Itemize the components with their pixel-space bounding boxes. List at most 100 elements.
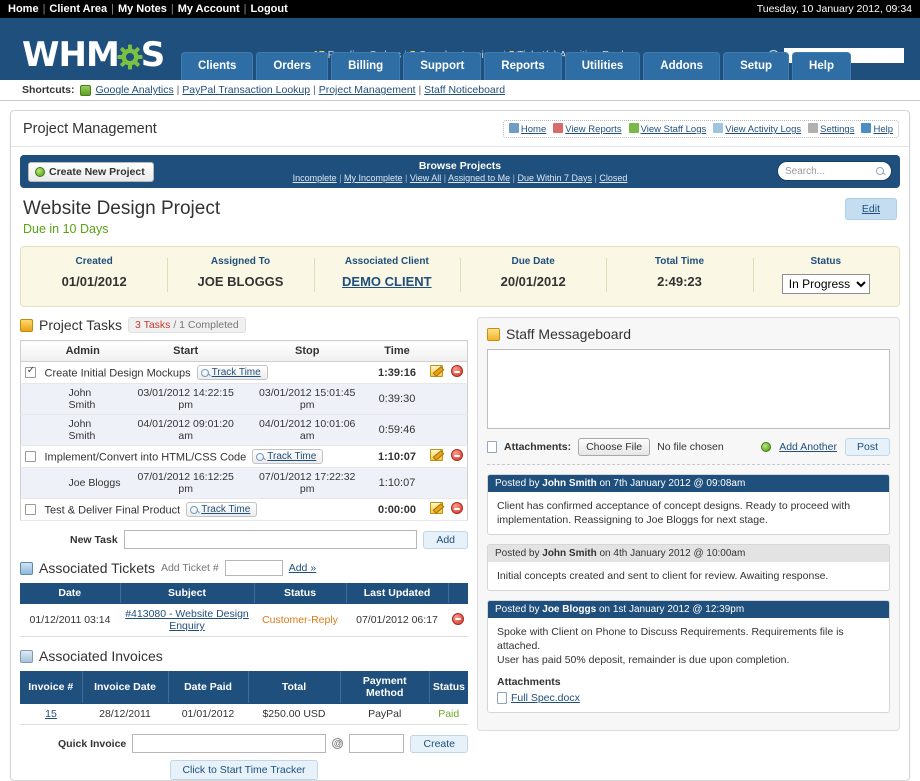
shortcut-paypal-transaction-lookup[interactable]: PayPal Transaction Lookup bbox=[182, 84, 310, 96]
shortcut-project-management[interactable]: Project Management bbox=[319, 84, 416, 96]
shortcut-google-analytics[interactable]: Google Analytics bbox=[96, 84, 174, 96]
nav-tab-utilities[interactable]: Utilities bbox=[565, 52, 641, 80]
toolbar-item-home[interactable]: Home bbox=[509, 123, 546, 135]
content-columns: Project Tasks 3 Tasks / 1 Completed Admi… bbox=[11, 307, 909, 780]
panel-toolbar[interactable]: Home View Reports View Staff Logs View Acti… bbox=[503, 120, 899, 138]
toolbar-item-view-activity-logs[interactable]: View Activity Logs bbox=[713, 123, 801, 135]
attachment-link[interactable]: Full Spec.docx bbox=[511, 691, 580, 705]
choose-file-button[interactable]: Choose File bbox=[578, 438, 650, 456]
nav-tab-clients[interactable]: Clients bbox=[181, 52, 253, 80]
create-new-project-button[interactable]: Create New Project bbox=[28, 162, 154, 182]
track-time-button[interactable]: Track Time bbox=[186, 502, 257, 517]
edit-icon[interactable] bbox=[430, 502, 443, 514]
edit-project-button[interactable]: Edit bbox=[845, 198, 897, 220]
toolbar-item-help[interactable]: Help bbox=[861, 123, 893, 135]
clock-icon bbox=[190, 506, 198, 514]
browse-filter-due-within-7-days[interactable]: Due Within 7 Days bbox=[517, 173, 592, 183]
task-col-header: Time bbox=[368, 341, 426, 362]
track-time-button[interactable]: Track Time bbox=[197, 365, 268, 380]
ticket-delete-cell[interactable] bbox=[448, 604, 468, 637]
invoice-number-link[interactable]: 15 bbox=[45, 708, 57, 720]
task-complete-checkbox[interactable] bbox=[25, 367, 36, 378]
track-time-label[interactable]: Track Time bbox=[201, 504, 250, 515]
invoice-col-header: Date Paid bbox=[168, 671, 248, 704]
nav-tab-billing[interactable]: Billing bbox=[331, 52, 400, 80]
quick-invoice-amount-input[interactable] bbox=[349, 734, 404, 753]
delete-icon[interactable] bbox=[452, 613, 464, 625]
browse-filter-assigned-to-me[interactable]: Assigned to Me bbox=[448, 173, 510, 183]
ticket-subject-cell[interactable]: #413080 - Website Design Enquiry bbox=[120, 604, 254, 637]
delete-icon[interactable] bbox=[451, 449, 463, 461]
track-time-label[interactable]: Track Time bbox=[267, 451, 316, 462]
post-header: Posted by Joe Bloggs on 1st January 2012… bbox=[488, 601, 889, 618]
edit-icon[interactable] bbox=[430, 365, 443, 377]
toolbar-link-label[interactable]: View Reports bbox=[565, 124, 621, 135]
task-complete-checkbox[interactable] bbox=[25, 504, 36, 515]
top-link-my-notes[interactable]: My Notes bbox=[118, 3, 167, 15]
nav-tab-support[interactable]: Support bbox=[403, 52, 481, 80]
nav-tab-help[interactable]: Help bbox=[792, 52, 851, 80]
message-compose-textarea[interactable] bbox=[487, 349, 890, 429]
task-edit-cell[interactable] bbox=[426, 362, 447, 384]
browse-filter-closed[interactable]: Closed bbox=[599, 173, 627, 183]
top-link-home[interactable]: Home bbox=[8, 3, 39, 15]
track-time-button[interactable]: Track Time bbox=[252, 449, 323, 464]
task-delete-cell[interactable] bbox=[447, 499, 468, 521]
task-checkbox-cell[interactable] bbox=[21, 362, 41, 384]
task-delete-cell[interactable] bbox=[447, 362, 468, 384]
add-another-link[interactable]: Add Another bbox=[779, 441, 837, 453]
task-edit-cell[interactable] bbox=[426, 446, 447, 468]
main-navigation[interactable]: ClientsOrdersBillingSupportReportsUtilit… bbox=[181, 52, 851, 80]
task-checkbox-cell[interactable] bbox=[21, 499, 41, 521]
toolbar-item-view-reports[interactable]: View Reports bbox=[553, 123, 621, 135]
task-complete-checkbox[interactable] bbox=[25, 451, 36, 462]
nav-tab-orders[interactable]: Orders bbox=[256, 52, 328, 80]
task-checkbox-cell[interactable] bbox=[21, 446, 41, 468]
add-ticket-link[interactable]: Add » bbox=[289, 562, 316, 574]
toolbar-link-label[interactable]: Settings bbox=[820, 124, 854, 135]
shortcut-staff-noticeboard[interactable]: Staff Noticeboard bbox=[424, 84, 505, 96]
toolbar-link-label[interactable]: View Activity Logs bbox=[725, 124, 801, 135]
add-task-button[interactable]: Add bbox=[423, 531, 468, 549]
project-search-box[interactable]: Search... bbox=[777, 161, 892, 181]
delete-icon[interactable] bbox=[451, 365, 463, 377]
post-message-button[interactable]: Post bbox=[845, 438, 890, 456]
info-cell-assigned-to: Assigned ToJOE BLOGGS bbox=[167, 256, 313, 294]
add-ticket-control[interactable]: Add Ticket # Add » bbox=[161, 560, 316, 576]
top-link-my-account[interactable]: My Account bbox=[178, 3, 240, 15]
task-edit-cell[interactable] bbox=[426, 499, 447, 521]
browse-filter-incomplete[interactable]: Incomplete bbox=[293, 173, 337, 183]
browse-filter-my-incomplete[interactable]: My Incomplete bbox=[344, 173, 403, 183]
toolbar-item-view-staff-logs[interactable]: View Staff Logs bbox=[629, 123, 707, 135]
nav-tab-addons[interactable]: Addons bbox=[643, 52, 720, 80]
toolbar-link-label[interactable]: Home bbox=[521, 124, 546, 135]
tasks-header-row: AdminStartStopTime bbox=[21, 341, 468, 362]
browse-filter-view-all[interactable]: View All bbox=[410, 173, 441, 183]
invoice-col-header: Total bbox=[248, 671, 340, 704]
invoice-number-cell[interactable]: 15 bbox=[20, 704, 82, 725]
toolbar-link-label[interactable]: View Staff Logs bbox=[641, 124, 707, 135]
nav-tab-setup[interactable]: Setup bbox=[723, 52, 789, 80]
track-time-label[interactable]: Track Time bbox=[212, 367, 261, 378]
no-file-chosen-label: No file chosen bbox=[657, 441, 724, 453]
tasks-count-badge: 3 Tasks / 1 Completed bbox=[128, 317, 246, 333]
home-icon bbox=[509, 123, 519, 133]
toolbar-link-label[interactable]: Help bbox=[873, 124, 893, 135]
nav-tab-reports[interactable]: Reports bbox=[484, 52, 561, 80]
toolbar-item-settings[interactable]: Settings bbox=[808, 123, 854, 135]
top-link-logout[interactable]: Logout bbox=[251, 3, 288, 15]
delete-icon[interactable] bbox=[451, 502, 463, 514]
top-link-client-area[interactable]: Client Area bbox=[49, 3, 107, 15]
add-ticket-input[interactable] bbox=[225, 560, 283, 576]
project-status-select[interactable]: In ProgressNot StartedCompletedOn HoldCa… bbox=[782, 274, 870, 294]
new-task-input[interactable] bbox=[124, 530, 418, 549]
task-delete-cell[interactable] bbox=[447, 446, 468, 468]
quick-invoice-description-input[interactable] bbox=[132, 734, 326, 753]
info-value: 2:49:23 bbox=[606, 274, 752, 289]
edit-icon[interactable] bbox=[430, 449, 443, 461]
post-attachment[interactable]: Full Spec.docx bbox=[497, 691, 880, 705]
ticket-subject-link[interactable]: #413080 - Website Design Enquiry bbox=[125, 608, 249, 632]
start-time-tracker-button[interactable]: Click to Start Time Tracker bbox=[170, 760, 318, 780]
client-link[interactable]: DEMO CLIENT bbox=[342, 274, 432, 289]
create-invoice-button[interactable]: Create bbox=[410, 735, 468, 753]
